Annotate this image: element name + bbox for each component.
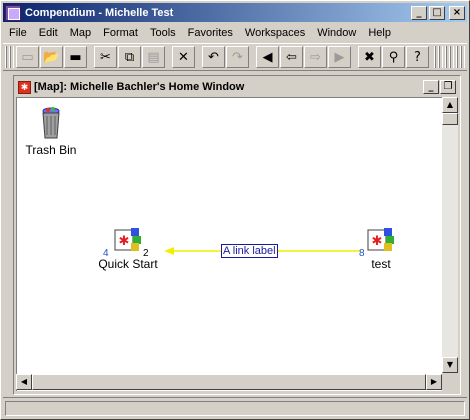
arrow-right-block-icon: ⇨ (310, 49, 321, 65)
cut-button[interactable]: ✂ (94, 46, 117, 68)
help-pointer-icon: ? (414, 49, 421, 65)
scissors-icon: ✂ (100, 49, 111, 65)
arrow-right-icon: ▶ (334, 49, 345, 65)
forward-button[interactable]: ▶ (328, 46, 351, 68)
scroll-up-button[interactable]: ▲ (442, 97, 458, 113)
search-button[interactable]: ⚲ (382, 46, 405, 68)
map-window: ✱ [Map]: Michelle Bachler's Home Window … (13, 75, 461, 395)
toolbar-grip-right[interactable] (434, 46, 443, 68)
menu-file[interactable]: File (3, 27, 33, 39)
status-bar (3, 397, 467, 417)
window-title: Compendium - Michelle Test (25, 6, 174, 19)
delete-x-icon: ✕ (178, 49, 189, 65)
redo-icon: ↷ (232, 49, 243, 65)
map-minimize-button[interactable]: _ (423, 80, 439, 94)
test-count-left: 8 (359, 248, 365, 259)
trash-bin-icon (42, 107, 60, 139)
paste-icon: ▤ (147, 49, 160, 65)
quick-start-label: Quick Start (98, 257, 158, 271)
delete-button[interactable]: ✕ (172, 46, 195, 68)
menu-edit[interactable]: Edit (33, 27, 64, 39)
scroll-corner (442, 374, 458, 390)
menu-format[interactable]: Format (97, 27, 144, 39)
quick-start-count-right: 2 (143, 248, 149, 259)
title-bar[interactable]: Compendium - Michelle Test _ □ × (3, 3, 467, 22)
test-label: test (371, 257, 391, 271)
copy-button[interactable]: ⧉ (118, 46, 141, 68)
status-field (5, 401, 465, 416)
vertical-scroll-thumb[interactable] (442, 113, 458, 125)
undo-button[interactable]: ↶ (202, 46, 225, 68)
redo-button[interactable]: ↷ (226, 46, 249, 68)
undo-icon: ↶ (208, 49, 219, 65)
compendium-app-window: Compendium - Michelle Test _ □ × File Ed… (0, 0, 470, 420)
map-title-bar[interactable]: ✱ [Map]: Michelle Bachler's Home Window … (16, 78, 458, 96)
open-folder-icon: 📂 (43, 49, 60, 65)
horizontal-scrollbar[interactable]: ◀ ▶ (16, 374, 442, 390)
save-folder-icon: ▬ (69, 49, 82, 65)
close-view-icon: ✖ (364, 49, 375, 65)
new-document-icon: ▭ (21, 49, 34, 65)
menu-window[interactable]: Window (311, 27, 362, 39)
menu-help[interactable]: Help (362, 27, 397, 39)
binoculars-icon: ⚲ (388, 49, 399, 65)
map-node-icon: ✱ (114, 228, 141, 251)
map-restore-button[interactable]: ❐ (440, 80, 456, 94)
close-button[interactable]: × (449, 5, 465, 20)
svg-text:✱: ✱ (119, 234, 130, 249)
maximize-button[interactable]: □ (429, 5, 445, 20)
toolbar-grip[interactable] (5, 46, 14, 68)
minimize-button[interactable]: _ (411, 5, 427, 20)
menu-favorites[interactable]: Favorites (182, 27, 239, 39)
menu-tools[interactable]: Tools (144, 27, 182, 39)
open-button[interactable]: 📂 (40, 46, 63, 68)
link-label[interactable]: A link label (221, 244, 278, 258)
arrow-left-block-icon: ⇦ (286, 49, 297, 65)
node-test[interactable]: ✱ test 8 (353, 226, 409, 278)
menu-workspaces[interactable]: Workspaces (239, 27, 311, 39)
vertical-scrollbar[interactable]: ▲ ▼ (442, 97, 458, 373)
scroll-right-button[interactable]: ▶ (426, 374, 442, 390)
back-button[interactable]: ◀ (256, 46, 279, 68)
menu-bar: File Edit Map Format Tools Favorites Wor… (3, 23, 467, 42)
scroll-left-button[interactable]: ◀ (16, 374, 32, 390)
toolbar-grip-right-3[interactable] (456, 46, 465, 68)
node-trash-bin[interactable]: Trash Bin (21, 106, 81, 157)
svg-text:✱: ✱ (372, 234, 383, 249)
compendium-app-icon[interactable] (5, 4, 21, 21)
horizontal-scroll-thumb[interactable] (32, 374, 426, 390)
map-node-icon: ✱ (367, 228, 394, 251)
forward-history-button[interactable]: ⇨ (304, 46, 327, 68)
map-canvas[interactable]: A link label Trash Bin ✱ Quick Start 4 2… (16, 97, 442, 391)
quick-start-count-left: 4 (103, 248, 109, 259)
toolbar-grip-right-2[interactable] (445, 46, 454, 68)
trash-bin-label: Trash Bin (25, 143, 77, 157)
back-history-button[interactable]: ⇦ (280, 46, 303, 68)
menu-map[interactable]: Map (64, 27, 97, 39)
scroll-down-button[interactable]: ▼ (442, 357, 458, 373)
node-quick-start[interactable]: ✱ Quick Start 4 2 (95, 226, 161, 278)
map-window-title: [Map]: Michelle Bachler's Home Window (34, 81, 245, 93)
arrow-left-icon: ◀ (262, 49, 273, 65)
new-button[interactable]: ▭ (16, 46, 39, 68)
toolbar: ▭ 📂 ▬ ✂ ⧉ ▤ ✕ ↶ ↷ ◀ ⇦ ⇨ ▶ ✖ ⚲? (3, 43, 467, 71)
paste-button[interactable]: ▤ (142, 46, 165, 68)
copy-icon: ⧉ (124, 49, 135, 65)
map-node-icon: ✱ (18, 80, 31, 94)
save-button[interactable]: ▬ (64, 46, 87, 68)
help-button[interactable]: ? (406, 46, 429, 68)
close-view-button[interactable]: ✖ (358, 46, 381, 68)
